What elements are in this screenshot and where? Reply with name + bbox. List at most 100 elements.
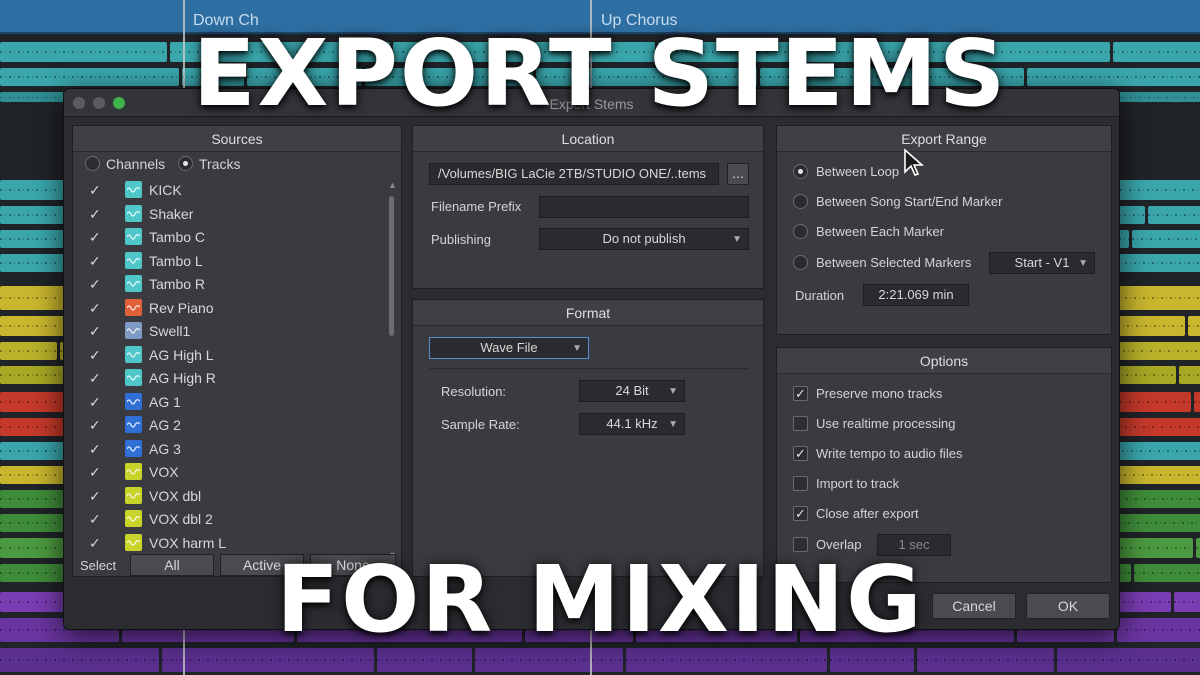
options-header: Options (777, 348, 1111, 374)
audio-clip[interactable] (1109, 316, 1185, 336)
option-label: Write tempo to audio files (816, 446, 963, 461)
track-checkbox[interactable]: ✓ (89, 229, 101, 246)
track-checkbox[interactable]: ✓ (89, 323, 101, 340)
track-row[interactable]: ✓ Rev Piano (73, 296, 373, 320)
headline-line-2: FOR MIXING (276, 546, 924, 653)
option-checkbox-4[interactable]: ✓ (793, 506, 808, 521)
track-checkbox[interactable]: ✓ (89, 253, 101, 270)
headline-line-1: EXPORT STEMS (192, 20, 1008, 127)
channels-radio[interactable] (85, 156, 100, 171)
browse-location-button[interactable]: ... (727, 163, 749, 185)
tracks-radio[interactable] (178, 156, 193, 171)
range-radio-0[interactable] (793, 164, 808, 179)
audio-clip[interactable] (1116, 254, 1200, 272)
range-radio-2[interactable] (793, 224, 808, 239)
track-row[interactable]: ✓ Tambo L (73, 249, 373, 273)
audio-clip[interactable] (0, 514, 71, 532)
sample-rate-value: 44.1 kHz (606, 416, 658, 431)
track-color-swatch (125, 392, 142, 410)
track-name: VOX dbl 2 (149, 511, 213, 527)
filename-prefix-label: Filename Prefix (431, 199, 522, 214)
track-row[interactable]: ✓ Swell1 (73, 319, 373, 343)
publishing-value: Do not publish (602, 231, 686, 246)
track-name: Tambo C (149, 229, 206, 245)
chevron-down-icon: ▼ (732, 234, 742, 245)
track-checkbox[interactable]: ✓ (89, 347, 101, 364)
scroll-up-icon[interactable]: ▲ (388, 180, 397, 190)
audio-wave-icon (127, 445, 140, 452)
audio-wave-icon (127, 257, 140, 264)
audio-clip[interactable] (0, 392, 67, 412)
track-list-scrollbar[interactable]: ▲ ▼ (386, 180, 398, 560)
option-label: Use realtime processing (816, 416, 956, 431)
track-checkbox[interactable]: ✓ (89, 206, 101, 223)
option-label: Close after export (816, 506, 919, 521)
track-checkbox[interactable]: ✓ (89, 441, 101, 458)
duration-value: 2:21.069 min (863, 284, 969, 306)
chevron-down-icon: ▼ (668, 386, 678, 397)
publishing-select[interactable]: Do not publish ▼ (539, 228, 749, 250)
range-radio-3[interactable] (793, 255, 808, 270)
track-color-swatch (125, 204, 142, 222)
option-checkbox-0[interactable]: ✓ (793, 386, 808, 401)
track-color-swatch (125, 298, 142, 316)
audio-wave-icon (127, 187, 140, 193)
track-name: AG High L (149, 346, 214, 363)
audio-wave-icon (127, 351, 140, 358)
track-row[interactable]: ✓ Tambo C (73, 225, 373, 249)
track-row[interactable]: ✓ Tambo R (73, 272, 373, 296)
track-row[interactable]: ✓ AG 2 (73, 413, 373, 437)
audio-clip[interactable] (1132, 230, 1200, 248)
track-row[interactable]: ✓ AG 3 (73, 437, 373, 461)
track-checkbox[interactable]: ✓ (89, 394, 101, 411)
option-checkbox-1[interactable] (793, 416, 808, 431)
track-color-swatch (125, 275, 142, 292)
scrollbar-thumb[interactable] (389, 196, 394, 336)
audio-wave-icon (127, 375, 140, 381)
track-checkbox[interactable]: ✓ (89, 488, 101, 505)
track-row[interactable]: ✓ KICK (73, 178, 373, 202)
track-row[interactable]: ✓ AG 1 (73, 390, 373, 414)
track-row[interactable]: ✓ Shaker (73, 202, 373, 226)
sample-rate-select[interactable]: 44.1 kHz ▼ (579, 413, 685, 435)
track-checkbox[interactable]: ✓ (89, 464, 101, 481)
track-row[interactable]: ✓ VOX (73, 460, 373, 484)
track-name: Swell1 (149, 323, 191, 339)
selected-markers-select[interactable]: Start - V1 ▼ (989, 252, 1095, 274)
audio-clip[interactable] (1116, 418, 1200, 436)
audio-wave-icon (127, 492, 140, 499)
filename-prefix-input[interactable] (539, 196, 749, 218)
audio-clip[interactable] (1114, 342, 1200, 360)
file-type-value: Wave File (480, 340, 538, 355)
track-row[interactable]: ✓ VOX dbl (73, 484, 373, 508)
audio-wave-icon (127, 516, 140, 522)
track-checkbox[interactable]: ✓ (89, 370, 101, 387)
audio-clip[interactable] (0, 342, 57, 360)
audio-clip[interactable] (1194, 392, 1200, 412)
range-option-label: Between Loop (816, 164, 900, 179)
option-label: Preserve mono tracks (816, 386, 943, 401)
track-checkbox[interactable]: ✓ (89, 300, 101, 317)
chevron-down-icon: ▼ (1078, 258, 1088, 269)
resolution-select[interactable]: 24 Bit ▼ (579, 380, 685, 402)
track-checkbox[interactable]: ✓ (89, 511, 101, 528)
audio-clip[interactable] (1148, 206, 1200, 224)
file-type-select[interactable]: Wave File ▼ (429, 337, 589, 359)
track-row[interactable]: ✓ AG High R (73, 366, 373, 390)
track-row[interactable]: ✓ VOX dbl 2 (73, 507, 373, 531)
track-checkbox[interactable]: ✓ (89, 182, 101, 199)
audio-clip[interactable] (1188, 316, 1200, 336)
audio-wave-icon (127, 328, 140, 334)
audio-clip[interactable] (1179, 366, 1200, 384)
track-row[interactable]: ✓ AG High L (73, 343, 373, 367)
export-path-field[interactable]: /Volumes/BIG LaCie 2TB/STUDIO ONE/..tems (429, 163, 719, 185)
track-color-swatch (125, 181, 142, 198)
option-checkbox-3[interactable] (793, 476, 808, 491)
chevron-down-icon: ▼ (572, 343, 582, 354)
range-radio-1[interactable] (793, 194, 808, 209)
track-checkbox[interactable]: ✓ (89, 417, 101, 434)
channels-label: Channels (106, 156, 166, 172)
track-color-swatch (125, 463, 142, 480)
track-checkbox[interactable]: ✓ (89, 276, 101, 293)
option-checkbox-2[interactable]: ✓ (793, 446, 808, 461)
